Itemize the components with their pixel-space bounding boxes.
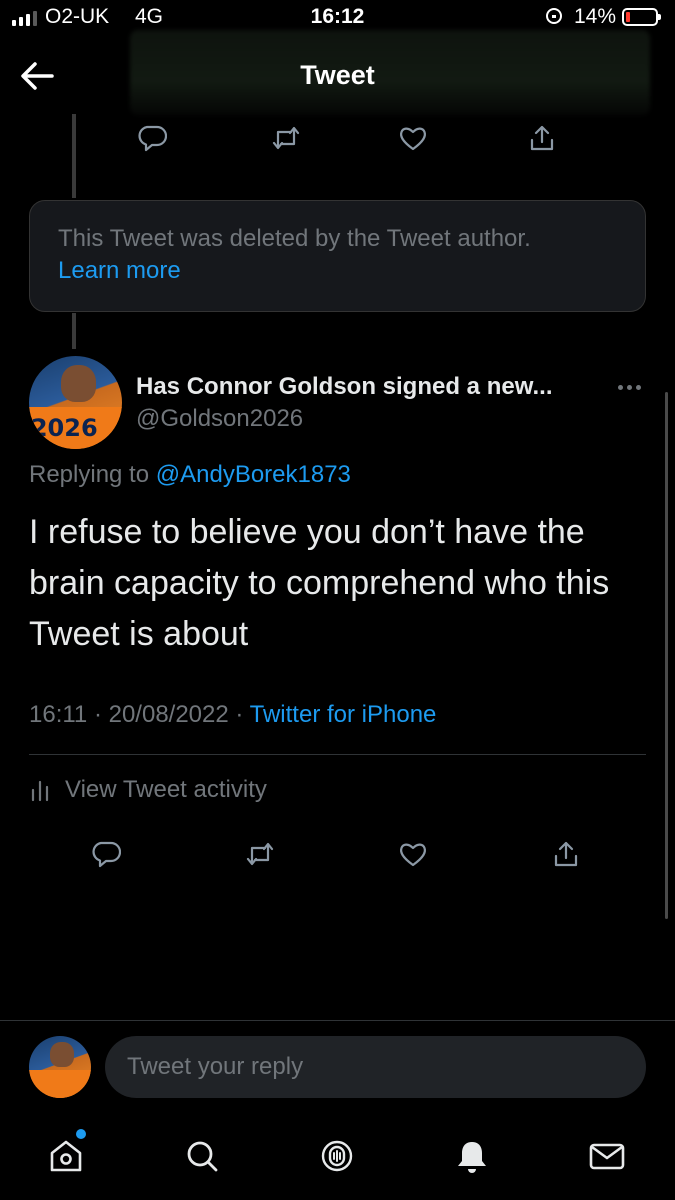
tab-search[interactable]: [172, 1126, 232, 1186]
messages-icon: [589, 1143, 625, 1170]
user-avatar[interactable]: [29, 1036, 91, 1098]
meta-separator: ·: [228, 701, 250, 728]
tab-notifications[interactable]: [442, 1126, 502, 1186]
share-icon: [530, 125, 554, 151]
meta-separator: ·: [87, 701, 109, 728]
share-icon: [554, 841, 578, 867]
replying-to: Replying to @AndyBorek1873: [29, 461, 351, 489]
tab-home[interactable]: [36, 1126, 96, 1186]
thread-line: [72, 114, 76, 198]
avatar-face: [50, 1042, 74, 1067]
tab-spaces[interactable]: [307, 1126, 367, 1186]
retweet-button[interactable]: [264, 116, 308, 160]
tweet-source-link[interactable]: Twitter for iPhone: [250, 701, 437, 728]
reply-icon: [92, 841, 121, 868]
like-button[interactable]: [391, 832, 435, 876]
retweet-button[interactable]: [238, 832, 282, 876]
reply-bar-divider: [0, 1020, 675, 1021]
author-handle[interactable]: @Goldson2026: [136, 405, 303, 433]
like-icon: [400, 127, 426, 151]
view-tweet-activity-label: View Tweet activity: [65, 776, 267, 803]
search-icon: [187, 1141, 218, 1172]
analytics-icon: [31, 780, 49, 802]
share-button[interactable]: [520, 116, 564, 160]
reply-icon: [138, 125, 167, 152]
avatar-number: 2026: [30, 413, 98, 442]
reply-button[interactable]: [84, 832, 128, 876]
like-button[interactable]: [391, 116, 435, 160]
divider: [29, 754, 646, 755]
avatar-face: [60, 365, 96, 403]
page-title: Tweet: [300, 60, 375, 90]
notifications-icon: [458, 1142, 486, 1173]
reply-button[interactable]: [130, 116, 174, 160]
deleted-tweet-card: This Tweet was deleted by the Tweet auth…: [29, 200, 646, 312]
tweet-text: I refuse to believe you don’t have the b…: [29, 513, 610, 653]
battery-icon: [622, 8, 661, 26]
rotation-lock-icon: [546, 8, 562, 24]
retweet-icon: [272, 126, 300, 150]
reply-input[interactable]: [105, 1036, 646, 1098]
home-notification-dot: [76, 1129, 86, 1139]
avatar-jersey: [29, 1070, 91, 1098]
tab-messages[interactable]: [577, 1126, 637, 1186]
spaces-icon: [321, 1140, 353, 1172]
like-icon: [400, 843, 426, 867]
view-tweet-activity-button[interactable]: View Tweet activity: [29, 772, 267, 808]
author-avatar[interactable]: 2026: [29, 356, 122, 449]
replying-prefix: Replying to: [29, 461, 156, 488]
tweet-time: 16:11: [29, 701, 88, 728]
scrollbar[interactable]: [665, 392, 668, 919]
home-icon: [50, 1140, 82, 1172]
learn-more-link[interactable]: Learn more: [58, 255, 617, 287]
thread-line: [72, 313, 76, 349]
more-options-icon[interactable]: [612, 372, 646, 402]
share-button[interactable]: [544, 832, 588, 876]
replying-to-handle[interactable]: @AndyBorek1873: [156, 461, 351, 488]
tweet-date: 20/08/2022: [108, 701, 229, 728]
retweet-icon: [246, 842, 274, 866]
battery-percent: 14%: [574, 5, 617, 28]
author-name[interactable]: Has Connor Goldson signed a new...: [136, 373, 552, 401]
deleted-tweet-message: This Tweet was deleted by the Tweet auth…: [58, 225, 531, 252]
tweet-metadata: 16:11 · 20/08/2022 · Twitter for iPhone: [29, 701, 436, 729]
